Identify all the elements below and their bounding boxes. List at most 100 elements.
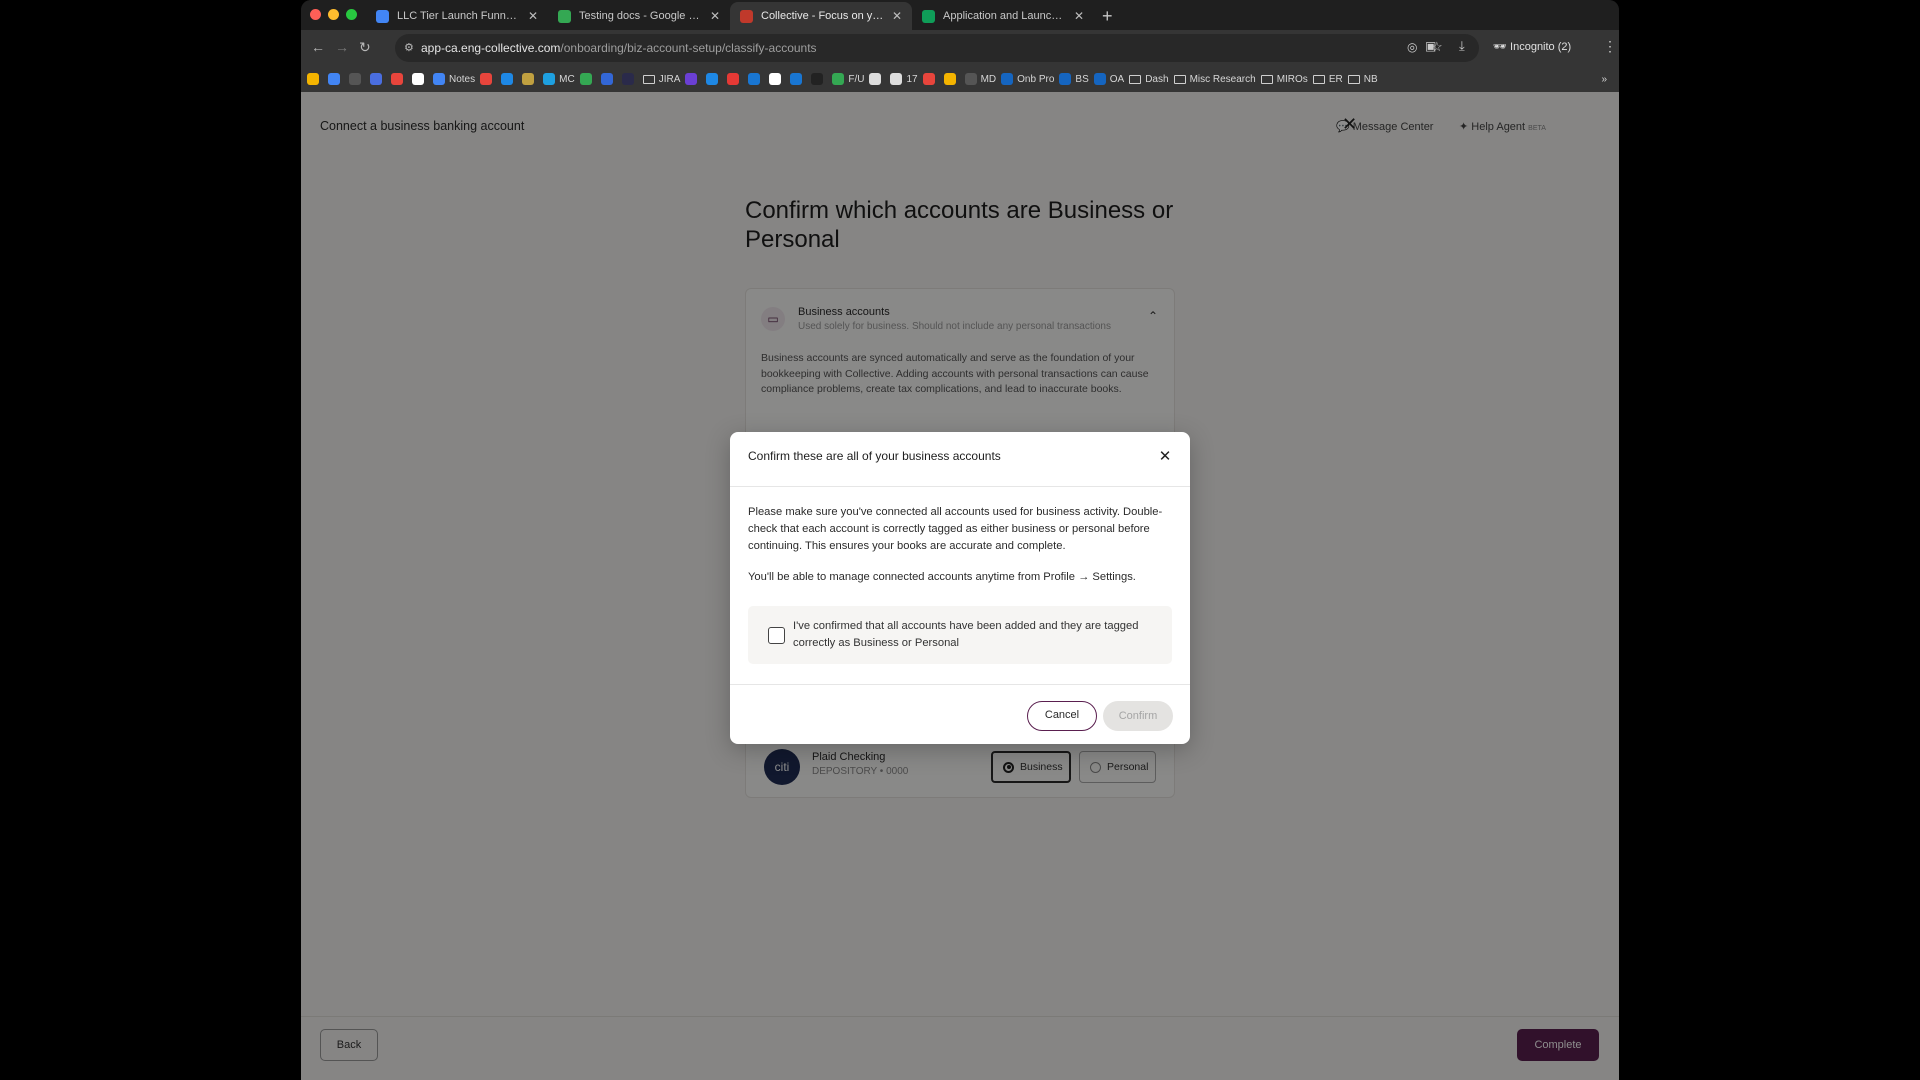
- close-window-icon[interactable]: [310, 9, 321, 20]
- bookmarks-bar: Notes MC JIRA F/U 17 MD Onb Pro BS OA Dash Misc Re…: [301, 66, 1619, 92]
- bookmark-item[interactable]: [727, 73, 743, 85]
- confirm-checkbox-label[interactable]: I've confirmed that all accounts have be…: [793, 618, 1153, 652]
- modal-footer-divider: [730, 684, 1190, 685]
- side-panel-icon[interactable]: ▣: [1425, 39, 1436, 53]
- url-domain: app-ca.eng-collective.com: [421, 41, 561, 55]
- browser-tab[interactable]: LLC Tier Launch Funnel-App ✕: [366, 2, 548, 30]
- site-info-icon[interactable]: ⚙: [404, 41, 414, 54]
- bookmark-label: MIROs: [1276, 73, 1308, 85]
- bookmark-item[interactable]: MD: [964, 73, 997, 85]
- eye-off-icon[interactable]: ◎: [1407, 40, 1417, 54]
- tab-close-icon[interactable]: ✕: [528, 9, 538, 23]
- bookmark-item[interactable]: F/U: [832, 73, 864, 85]
- bookmark-label: MD: [980, 73, 997, 85]
- bookmark-folder[interactable]: NB: [1347, 74, 1378, 85]
- bookmark-label: BS: [1075, 73, 1089, 85]
- tab-close-icon[interactable]: ✕: [892, 9, 902, 23]
- bookmark-item[interactable]: Onb Pro: [1001, 73, 1054, 85]
- folder-icon: [1312, 74, 1325, 84]
- maximize-window-icon[interactable]: [346, 9, 357, 20]
- cancel-button[interactable]: Cancel: [1027, 701, 1097, 731]
- bookmark-favicon-icon: [869, 73, 882, 85]
- folder-icon: [642, 74, 655, 84]
- bookmark-item[interactable]: [328, 73, 344, 85]
- minimize-window-icon[interactable]: [328, 9, 339, 20]
- bookmark-item[interactable]: MC: [543, 73, 575, 85]
- bookmark-favicon-icon: [579, 73, 592, 85]
- bookmark-item[interactable]: [790, 73, 806, 85]
- new-tab-button[interactable]: +: [1102, 2, 1113, 30]
- bookmark-item[interactable]: [307, 73, 323, 85]
- bookmark-item[interactable]: [391, 73, 407, 85]
- bookmark-folder[interactable]: Misc Research: [1173, 74, 1256, 85]
- bookmark-favicon-icon: [621, 73, 634, 85]
- bookmark-item[interactable]: [685, 73, 701, 85]
- bookmark-favicon-icon: [832, 73, 845, 85]
- browser-tab[interactable]: Collective - Focus on your pa ✕: [730, 2, 912, 30]
- bookmark-label: JIRA: [658, 73, 681, 85]
- bookmark-favicon-icon: [412, 73, 424, 85]
- bookmark-item[interactable]: [748, 73, 764, 85]
- modal-divider: [730, 486, 1190, 487]
- modal-overlay[interactable]: Confirm these are all of your business a…: [301, 92, 1619, 1080]
- tab-favicon-icon: [922, 9, 935, 23]
- bookmark-folder[interactable]: Dash: [1129, 74, 1169, 85]
- bookmark-folder[interactable]: ER: [1312, 73, 1343, 85]
- bookmark-favicon-icon: [727, 73, 740, 85]
- bookmark-item[interactable]: OA: [1093, 73, 1124, 85]
- browser-tab[interactable]: Application and Launchpad ✕: [912, 2, 1094, 30]
- reload-icon[interactable]: ↻: [359, 39, 371, 56]
- bookmark-favicon-icon: [922, 73, 935, 85]
- folder-icon: [1129, 74, 1142, 84]
- folder-icon: [1173, 74, 1186, 84]
- bookmark-item[interactable]: Notes: [433, 73, 475, 85]
- tab-close-icon[interactable]: ✕: [1074, 9, 1084, 23]
- bookmark-item[interactable]: [922, 73, 939, 85]
- bookmark-item[interactable]: [480, 73, 496, 85]
- more-bookmarks-icon[interactable]: »: [1601, 74, 1607, 85]
- bookmark-folder[interactable]: JIRA: [642, 73, 681, 85]
- bookmark-item[interactable]: [600, 73, 617, 85]
- incognito-indicator[interactable]: 🕶 Incognito (2): [1493, 40, 1571, 53]
- bookmark-item[interactable]: [579, 73, 596, 85]
- bookmark-item[interactable]: [349, 73, 365, 85]
- bookmark-item[interactable]: [811, 73, 827, 85]
- bookmark-item[interactable]: [769, 73, 785, 85]
- folder-icon: [1347, 74, 1360, 84]
- bookmark-item[interactable]: [522, 73, 538, 85]
- browser-menu-icon[interactable]: ⋮: [1603, 38, 1617, 55]
- bookmark-item[interactable]: [370, 73, 386, 85]
- bookmark-favicon-icon: [349, 73, 361, 85]
- url-bar[interactable]: ⚙ app-ca.eng-collective.com/onboarding/b…: [395, 34, 1479, 62]
- bookmark-folder[interactable]: MIROs: [1260, 73, 1308, 85]
- bookmark-label: Notes: [449, 73, 476, 85]
- bookmark-item[interactable]: [706, 73, 722, 85]
- browser-tab[interactable]: Testing docs - Google Drive ✕: [548, 2, 730, 30]
- bookmark-label: ER: [1328, 73, 1343, 85]
- bookmark-favicon-icon: [1059, 73, 1072, 85]
- bookmark-item[interactable]: [621, 73, 638, 85]
- bookmark-favicon-icon: [964, 73, 977, 85]
- back-arrow-icon[interactable]: ←: [311, 39, 325, 55]
- bookmark-favicon-icon: [685, 73, 698, 85]
- bookmark-item[interactable]: BS: [1059, 73, 1089, 85]
- bookmark-item[interactable]: [501, 73, 517, 85]
- address-bar: ← → ↻ ⚙ app-ca.eng-collective.com/onboar…: [301, 30, 1619, 66]
- bookmark-item[interactable]: [412, 73, 428, 85]
- bookmark-label: Onb Pro: [1017, 73, 1055, 85]
- forward-arrow-icon[interactable]: →: [335, 39, 349, 55]
- confirm-checkbox[interactable]: [768, 627, 785, 644]
- confirmation-box: I've confirmed that all accounts have be…: [748, 606, 1172, 664]
- bookmark-favicon-icon: [433, 73, 445, 85]
- bookmark-item[interactable]: [943, 73, 960, 85]
- confirm-button[interactable]: Confirm: [1103, 701, 1173, 731]
- close-icon[interactable]: ✕: [1154, 446, 1176, 468]
- bookmark-item[interactable]: 17: [890, 73, 918, 85]
- bookmark-item[interactable]: [869, 73, 885, 85]
- tabs: LLC Tier Launch Funnel-App✕Testing docs …: [366, 2, 1113, 30]
- download-icon[interactable]: ⤓: [1459, 38, 1465, 54]
- bookmark-favicon-icon: [391, 73, 403, 85]
- bookmark-favicon-icon: [600, 73, 613, 85]
- bookmark-favicon-icon: [706, 73, 719, 85]
- tab-close-icon[interactable]: ✕: [710, 9, 720, 23]
